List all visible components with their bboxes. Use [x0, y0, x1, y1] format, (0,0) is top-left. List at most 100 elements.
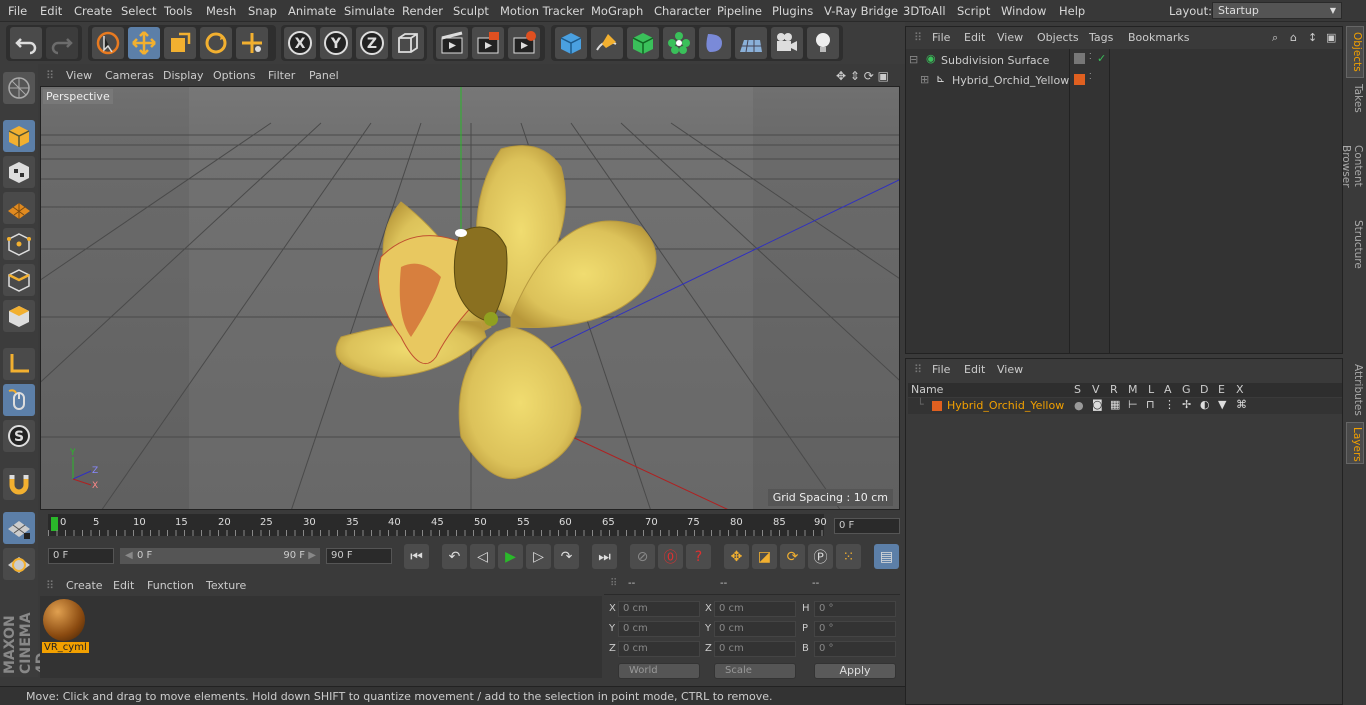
object-name[interactable]: Hybrid_Orchid_Yellow: [952, 74, 1069, 87]
navigation-icon[interactable]: ↕: [1308, 31, 1317, 44]
menu-mesh[interactable]: Mesh: [206, 4, 236, 18]
menu-vray-bridge[interactable]: V-Ray Bridge: [824, 4, 898, 18]
y-axis-icon[interactable]: Y: [320, 27, 352, 59]
tab-structure[interactable]: Structure: [1346, 216, 1364, 272]
viewport-menu-filter[interactable]: Filter: [268, 69, 295, 82]
menu-help[interactable]: Help: [1059, 4, 1085, 18]
timeline-window-icon[interactable]: ▤: [874, 544, 899, 569]
size-z-field[interactable]: 0 cm: [714, 641, 796, 657]
render-settings-icon[interactable]: [508, 27, 540, 59]
pos-x-field[interactable]: 0 cm: [618, 601, 700, 617]
drag-handle-icon[interactable]: ⠿: [46, 579, 54, 592]
col-name[interactable]: Name: [911, 383, 943, 396]
play-icon[interactable]: ▶: [498, 544, 523, 569]
col-animation[interactable]: A: [1164, 383, 1172, 396]
material-menu-texture[interactable]: Texture: [206, 579, 246, 592]
enable-axis-icon[interactable]: [3, 348, 35, 380]
visibility-dots-icon[interactable]: ⁚: [1089, 72, 1092, 81]
tab-content-browser[interactable]: Content Browser: [1340, 120, 1364, 212]
points-mode-icon[interactable]: [3, 228, 35, 260]
frame-ruler[interactable]: 0 5 10 15 20 25 30 35 40 45 50 55 60 65 …: [48, 514, 827, 536]
layer-name[interactable]: Hybrid_Orchid_Yellow: [947, 399, 1064, 412]
tab-objects[interactable]: Objects: [1346, 26, 1364, 78]
menu-create[interactable]: Create: [74, 4, 112, 18]
objects-menu-tags[interactable]: Tags: [1089, 31, 1113, 44]
rot-b-field[interactable]: 0 °: [814, 641, 896, 657]
viewport-menu-panel[interactable]: Panel: [309, 69, 339, 82]
menu-snap[interactable]: Snap: [248, 4, 277, 18]
layer-row[interactable]: └ Hybrid_Orchid_Yellow ● ◙ ▦ ⊢ ⊓ ⋮ ✢ ◐ ▼…: [908, 398, 1342, 414]
next-keyframe-icon[interactable]: ↷: [554, 544, 579, 569]
deformer-icon[interactable]: ◐: [1200, 398, 1210, 411]
pos-z-field[interactable]: 0 cm: [618, 641, 700, 657]
objects-menu-bookmarks[interactable]: Bookmarks: [1128, 31, 1189, 44]
previous-keyframe-icon[interactable]: ↶: [442, 544, 467, 569]
recent-tool-icon[interactable]: [236, 27, 268, 59]
home-icon[interactable]: ⌂: [1290, 31, 1297, 44]
objects-menu-objects[interactable]: Objects: [1037, 31, 1079, 44]
scale-tool-icon[interactable]: [164, 27, 196, 59]
layers-menu-file[interactable]: File: [932, 363, 950, 376]
manager-tree-icon[interactable]: ⊢: [1128, 398, 1138, 411]
animation-icon[interactable]: ⋮: [1164, 398, 1175, 411]
viewport-nav-icons[interactable]: ✥ ⇕ ⟳ ▣: [836, 69, 889, 83]
layer-color-icon[interactable]: [1074, 74, 1085, 85]
solo-dot-icon[interactable]: ●: [1074, 399, 1084, 412]
menu-render[interactable]: Render: [402, 4, 443, 18]
col-expressions[interactable]: E: [1218, 383, 1225, 396]
render-clapper-icon[interactable]: ▦: [1110, 398, 1120, 411]
drag-handle-icon[interactable]: ⠿: [914, 31, 922, 44]
rotate-tool-icon[interactable]: [200, 27, 232, 59]
layers-menu-edit[interactable]: Edit: [964, 363, 985, 376]
menu-simulate[interactable]: Simulate: [344, 4, 395, 18]
record-disabled-icon[interactable]: ⊘: [630, 544, 655, 569]
menu-window[interactable]: Window: [1001, 4, 1046, 18]
menu-sculpt[interactable]: Sculpt: [453, 4, 489, 18]
col-deformers[interactable]: D: [1200, 383, 1208, 396]
magnet-icon[interactable]: [3, 468, 35, 500]
camera-icon[interactable]: [771, 27, 803, 59]
rot-h-field[interactable]: 0 °: [814, 601, 896, 617]
next-frame-icon[interactable]: ▷: [526, 544, 551, 569]
col-view[interactable]: V: [1092, 383, 1100, 396]
layer-color-icon[interactable]: [932, 401, 942, 411]
size-y-field[interactable]: 0 cm: [714, 621, 796, 637]
model-mode-icon[interactable]: [3, 120, 35, 152]
layer-tag-icon[interactable]: [1074, 53, 1085, 64]
drag-handle-icon[interactable]: ⠿: [46, 69, 54, 82]
layers-menu-view[interactable]: View: [997, 363, 1023, 376]
material-menu-edit[interactable]: Edit: [113, 579, 134, 592]
max-time-field[interactable]: 90 F: [326, 548, 392, 564]
col-generators[interactable]: G: [1182, 383, 1191, 396]
cloner-icon[interactable]: [663, 27, 695, 59]
drag-handle-icon[interactable]: ⠿: [914, 363, 922, 376]
menu-character[interactable]: Character: [654, 4, 711, 18]
menu-animate[interactable]: Animate: [288, 4, 336, 18]
go-to-start-icon[interactable]: ⏮: [404, 544, 429, 569]
min-time-field[interactable]: 0 F: [48, 548, 114, 564]
deformer-icon[interactable]: [699, 27, 731, 59]
make-editable-icon[interactable]: [3, 72, 35, 104]
col-xref[interactable]: X: [1236, 383, 1244, 396]
key-parameter-icon[interactable]: Ⓟ: [808, 544, 833, 569]
workplane-icon[interactable]: [3, 192, 35, 224]
object-name[interactable]: Subdivision Surface: [941, 54, 1049, 67]
playhead-marker[interactable]: [51, 517, 58, 531]
search-icon[interactable]: ⌕: [1272, 31, 1278, 45]
menu-mograph[interactable]: MoGraph: [591, 4, 643, 18]
planar-workplane-icon[interactable]: [3, 548, 35, 580]
col-render[interactable]: R: [1110, 383, 1118, 396]
tab-takes[interactable]: Takes: [1346, 80, 1364, 116]
x-axis-icon[interactable]: X: [284, 27, 316, 59]
material-swatch[interactable]: [43, 599, 85, 641]
material-name[interactable]: VR_cyml: [42, 642, 89, 653]
objects-menu-edit[interactable]: Edit: [964, 31, 985, 44]
visibility-dots-icon[interactable]: ⁚: [1089, 52, 1092, 61]
viewport-menu-view[interactable]: View: [66, 69, 92, 82]
eye-icon[interactable]: ◙: [1092, 398, 1103, 411]
redo-icon[interactable]: [46, 27, 78, 59]
size-mode-select[interactable]: Scale: [714, 663, 796, 679]
pen-spline-icon[interactable]: [591, 27, 623, 59]
coordinate-system-icon[interactable]: [392, 27, 424, 59]
locked-workplane-icon[interactable]: [3, 512, 35, 544]
